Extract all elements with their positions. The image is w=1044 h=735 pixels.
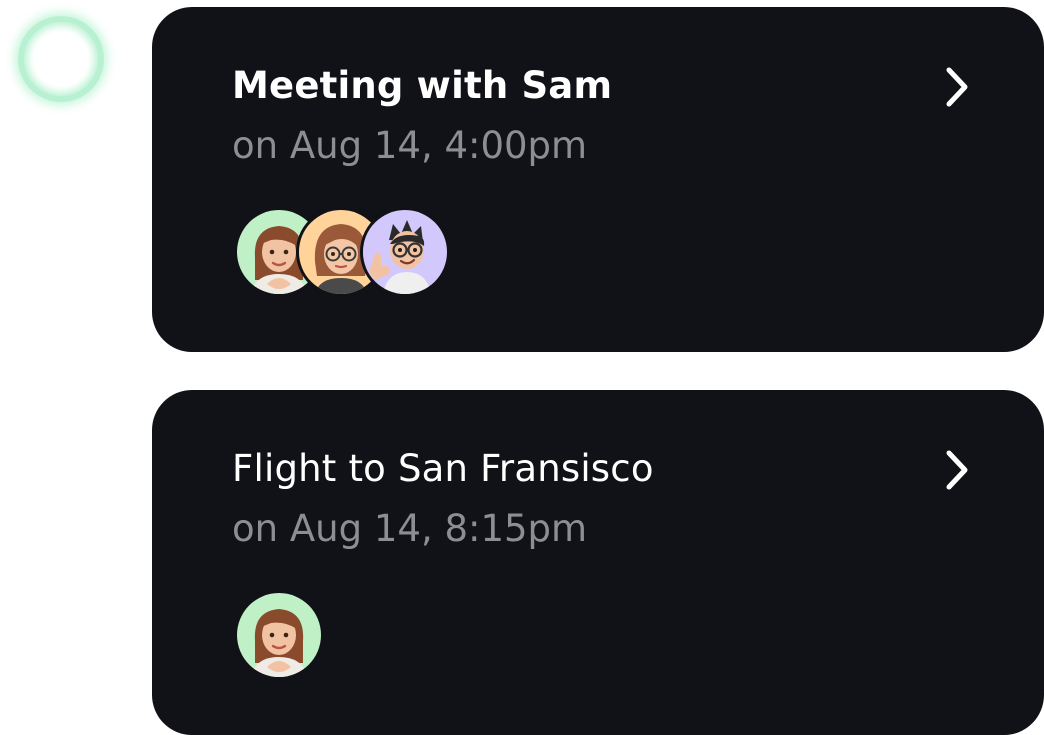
event-time: on Aug 14, 8:15pm bbox=[232, 507, 588, 550]
chevron-right-icon[interactable] bbox=[938, 65, 978, 109]
event-time: on Aug 14, 4:00pm bbox=[232, 124, 588, 167]
avatar[interactable] bbox=[234, 590, 324, 680]
event-title: Flight to San Fransisco bbox=[232, 447, 654, 490]
event-card-flight[interactable]: Flight to San Fransisco on Aug 14, 8:15p… bbox=[152, 390, 1044, 735]
avatar[interactable] bbox=[360, 207, 450, 297]
status-indicator bbox=[18, 16, 104, 102]
event-title: Meeting with Sam bbox=[232, 64, 613, 107]
event-card-meeting[interactable]: Meeting with Sam on Aug 14, 4:00pm bbox=[152, 7, 1044, 352]
chevron-right-icon[interactable] bbox=[938, 448, 978, 492]
